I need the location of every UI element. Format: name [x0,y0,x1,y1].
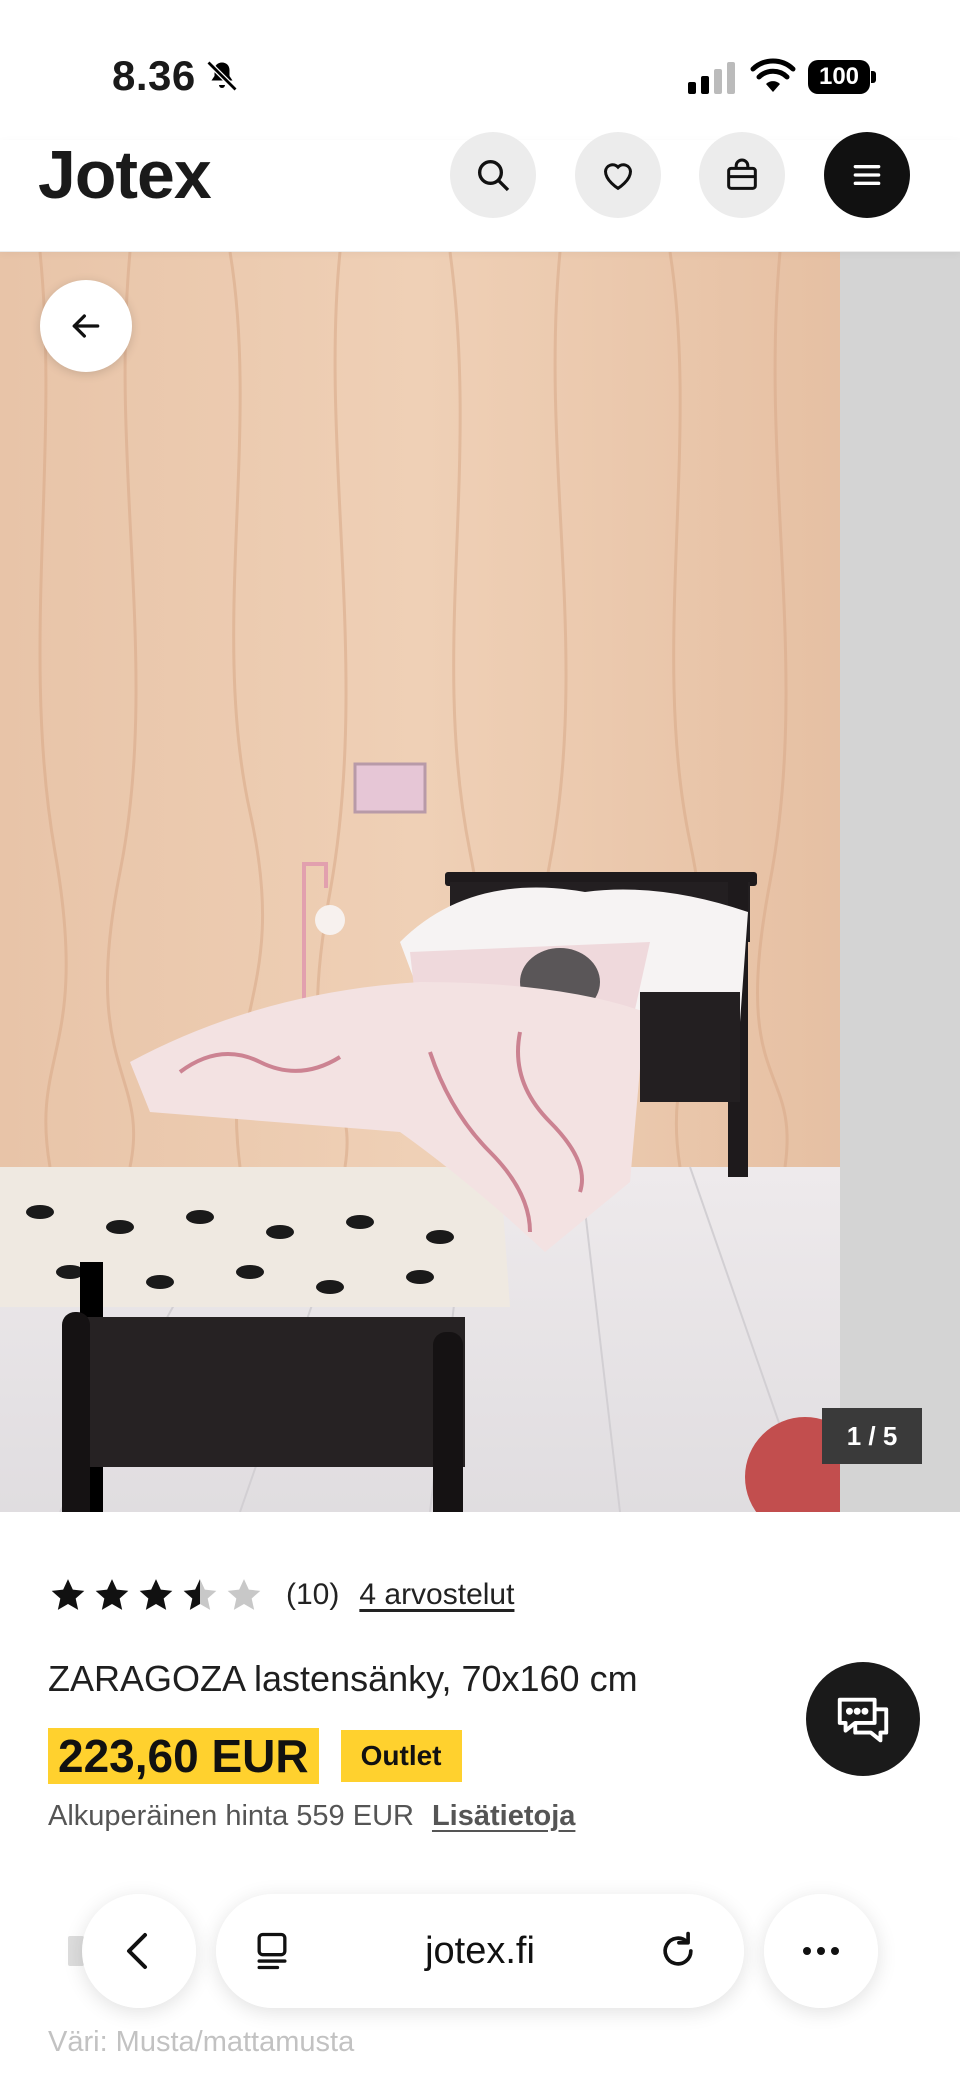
battery-level: 100 [808,60,870,94]
star-full-icon [95,1579,129,1610]
star-empty-icon [227,1579,261,1610]
menu-icon [853,165,881,185]
more-options-button[interactable] [764,1894,878,2008]
next-photo-peek[interactable] [840,252,960,1512]
menu-button[interactable] [824,132,910,218]
color-label: Väri: Musta/mattamusta [48,2026,355,2058]
product-title: ZARAGOZA lastensänky, 70x160 cm [48,1658,638,1699]
chat-icon [837,1697,889,1743]
ellipsis-icon [803,1947,839,1955]
bell-slash-icon [206,60,238,92]
status-time: 8.36 [112,52,196,99]
back-button[interactable] [40,280,132,372]
battery-indicator: 100 [808,60,876,94]
product-price: 223,60 EUR [48,1728,319,1784]
product-photo[interactable] [0,252,840,1512]
search-icon [478,160,510,192]
chat-button[interactable] [806,1662,920,1776]
product-rating: (10) 4 arvostelut [48,1572,514,1618]
more-info-link[interactable]: Lisätietoja [432,1800,575,1833]
bag-icon [727,158,757,190]
wifi-icon [750,58,796,92]
browser-back-button[interactable] [82,1894,196,2008]
outlet-badge: Outlet [340,1730,462,1782]
status-bar: 8.36 100 [0,0,960,140]
image-counter: 1 / 5 [822,1408,922,1464]
product-gallery[interactable]: 1 / 5 [0,252,960,1512]
rating-stars [48,1575,264,1615]
star-half-icon [183,1579,217,1610]
arrow-left-icon [72,314,100,338]
favorites-button[interactable] [575,132,661,218]
heart-icon [603,163,633,191]
reload-icon[interactable] [656,1929,700,1973]
price-row: 223,60 EUR Outlet [48,1728,462,1784]
chevron-left-icon [127,1933,147,1969]
address-bar[interactable]: jotex.fi [216,1894,744,2008]
cellular-signal-icon [688,62,735,94]
search-button[interactable] [450,132,536,218]
original-price: Alkuperäinen hinta 559 EUR [48,1800,414,1832]
site-header: Jotex [0,132,960,252]
jotex-logo[interactable]: Jotex [38,140,212,210]
star-full-icon [139,1579,173,1610]
rating-count: (10) [286,1578,340,1611]
original-price-row: Alkuperäinen hinta 559 EUR Lisätietoja [48,1800,575,1833]
browser-toolbar: jotex.fi [0,1890,960,2010]
cart-button[interactable] [699,132,785,218]
reviews-link[interactable]: 4 arvostelut [359,1578,514,1612]
star-full-icon [51,1579,85,1610]
